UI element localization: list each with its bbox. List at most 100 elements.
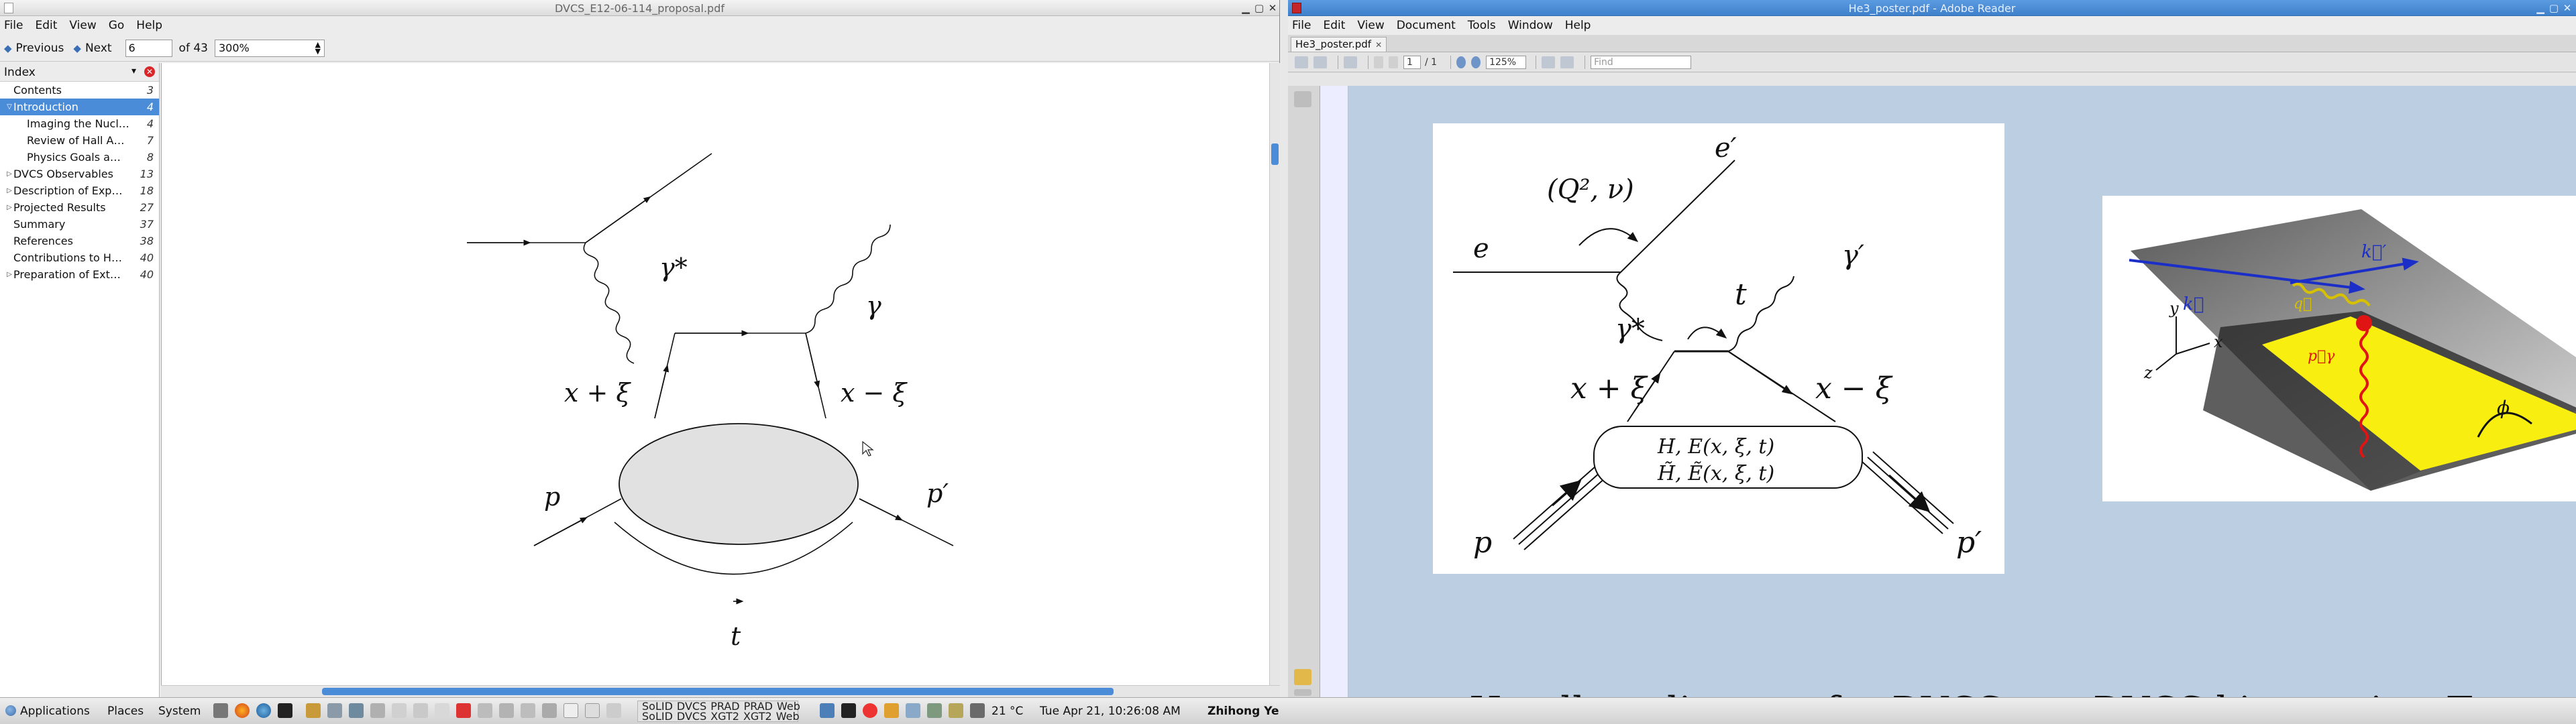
expander-closed-icon[interactable]: ▷	[5, 271, 13, 278]
menu-view[interactable]: View	[69, 19, 96, 32]
keyboard-icon[interactable]	[970, 703, 985, 718]
horizontal-scroll-thumb[interactable]	[322, 688, 1114, 695]
menu-edit[interactable]: Edit	[35, 19, 57, 32]
workspace-label[interactable]: XGT2	[710, 710, 739, 723]
menu-window[interactable]: Window	[1508, 19, 1553, 32]
comments-icon[interactable]	[1294, 669, 1311, 685]
menu-go[interactable]: Go	[109, 19, 125, 32]
weather-temperature[interactable]: 21 °C	[991, 705, 1023, 718]
system-menu[interactable]: System	[158, 705, 201, 718]
toc-item[interactable]: References 38	[0, 233, 159, 249]
network-icon[interactable]	[820, 703, 835, 718]
toc-item[interactable]: Summary 37	[0, 216, 159, 233]
toc-item[interactable]: Physics Goals a… 8	[0, 149, 159, 166]
window-icon[interactable]	[392, 703, 407, 718]
workspace-label[interactable]: DVCS	[677, 710, 706, 723]
vertical-scroll-thumb[interactable]	[1271, 143, 1279, 165]
workspace-label[interactable]: SoLID	[642, 710, 673, 723]
window-icon[interactable]	[585, 703, 600, 718]
expander-open-icon[interactable]: ▽	[5, 103, 13, 111]
user-menu[interactable]: Zhihong Ye	[1208, 705, 1279, 718]
chat-icon[interactable]	[949, 703, 963, 718]
expander-closed-icon[interactable]: ▷	[5, 170, 13, 178]
fit-page-icon[interactable]	[1542, 56, 1556, 68]
close-sidebar-icon[interactable]: ✕	[144, 66, 155, 77]
toc-item[interactable]: ▷ DVCS Observables 13	[0, 166, 159, 182]
menu-help[interactable]: Help	[1565, 19, 1591, 32]
tool-icon[interactable]	[327, 703, 342, 718]
minimize-icon[interactable]: ▁	[1240, 2, 1252, 14]
window-icon[interactable]	[499, 703, 514, 718]
places-menu[interactable]: Places	[107, 705, 144, 718]
window-icon[interactable]	[542, 703, 557, 718]
applications-menu[interactable]: Applications	[5, 705, 90, 718]
window-icon[interactable]	[606, 703, 621, 718]
thunderbird-icon[interactable]	[256, 703, 271, 718]
menu-tools[interactable]: Tools	[1468, 19, 1496, 32]
window-icon[interactable]	[413, 703, 428, 718]
acrobat-titlebar[interactable]: He3_poster.pdf - Adobe Reader ▁ ▢ ✕	[1288, 0, 2576, 16]
weather-icon[interactable]	[906, 703, 920, 718]
terminal-icon[interactable]	[278, 703, 292, 718]
menu-view[interactable]: View	[1357, 19, 1384, 32]
expander-closed-icon[interactable]: ▷	[5, 204, 13, 211]
workspace-switcher[interactable]: SoLID DVCS PRAD PRAD Web SoLID DVCS XGT2 XGT2 We…	[637, 701, 800, 723]
menu-document[interactable]: Document	[1397, 19, 1456, 32]
expander-closed-icon[interactable]: ▷	[5, 187, 13, 194]
document-view[interactable]: γ* γ x + ξ x − ξ p p′ t	[161, 63, 1280, 685]
screenshot-icon[interactable]	[213, 703, 228, 718]
battery-icon[interactable]	[841, 703, 856, 718]
close-tab-icon[interactable]: ✕	[1375, 40, 1382, 50]
workspace-label[interactable]: XGT2	[743, 710, 772, 723]
document-tab[interactable]: He3_poster.pdf ✕	[1291, 37, 1387, 52]
menu-file[interactable]: File	[1292, 19, 1311, 32]
toc-item[interactable]: ▷ Description of Exp… 18	[0, 182, 159, 199]
acrobat-page-input[interactable]: 1	[1403, 55, 1421, 69]
toc-item[interactable]: Contributions to H… 40	[0, 249, 159, 266]
email-icon[interactable]	[1313, 56, 1327, 68]
zoom-out-icon[interactable]	[1456, 56, 1466, 68]
toc-item[interactable]: Contents 3	[0, 82, 159, 99]
window-icon[interactable]	[478, 703, 492, 718]
collaborate-icon[interactable]	[1344, 56, 1357, 68]
toc-item[interactable]: ▽ Introduction 4	[0, 99, 159, 115]
window-icon[interactable]	[349, 703, 364, 718]
toc-item[interactable]: ▷ Preparation of Ext… 40	[0, 266, 159, 283]
prev-page-icon[interactable]	[1374, 56, 1383, 68]
toc-item[interactable]: ▷ Projected Results 27	[0, 199, 159, 216]
menu-help[interactable]: Help	[136, 19, 162, 32]
chevron-down-icon[interactable]: ▾	[131, 66, 136, 76]
previous-button[interactable]: ◆ Previous	[4, 42, 64, 55]
sound-icon[interactable]	[927, 703, 942, 718]
update-icon[interactable]	[884, 703, 899, 718]
toc-item[interactable]: Review of Hall A… 7	[0, 132, 159, 149]
clock[interactable]: Tue Apr 21, 10:26:08 AM	[1040, 705, 1181, 718]
pdf-window-icon[interactable]	[456, 703, 471, 718]
poster-page[interactable]: e e′ (Q², ν) γ* t γ′ x + ξ x − ξ H, E(x,…	[1348, 86, 2576, 697]
acrobat-zoom-select[interactable]: 125%	[1486, 55, 1527, 69]
attachments-icon[interactable]	[1294, 689, 1311, 696]
menu-edit[interactable]: Edit	[1323, 19, 1345, 32]
maximize-icon[interactable]: ▢	[1253, 2, 1265, 14]
toc-item[interactable]: Imaging the Nucl… 4	[0, 115, 159, 132]
firefox-icon[interactable]	[235, 703, 250, 718]
folder-icon[interactable]	[306, 703, 321, 718]
maximize-icon[interactable]: ▢	[2548, 2, 2560, 14]
window-icon[interactable]	[564, 703, 578, 718]
find-input[interactable]: Find	[1591, 55, 1692, 69]
alert-icon[interactable]	[863, 703, 877, 718]
vertical-scrollbar[interactable]	[1269, 63, 1280, 685]
next-page-icon[interactable]	[1389, 56, 1398, 68]
workspace-label[interactable]: Web	[776, 710, 800, 723]
page-number-input[interactable]: 6	[125, 39, 172, 57]
window-icon[interactable]	[435, 703, 449, 718]
print-icon[interactable]	[1295, 56, 1308, 68]
horizontal-scrollbar[interactable]	[161, 685, 1280, 697]
window-icon[interactable]	[521, 703, 535, 718]
minimize-icon[interactable]: ▁	[2534, 2, 2546, 14]
close-icon[interactable]: ✕	[1267, 2, 1279, 14]
menu-file[interactable]: File	[4, 19, 23, 32]
pages-panel-icon[interactable]	[1294, 91, 1311, 107]
zoom-select[interactable]: 300% ▲ ▼	[214, 39, 325, 57]
next-button[interactable]: ◆ Next	[73, 42, 111, 55]
